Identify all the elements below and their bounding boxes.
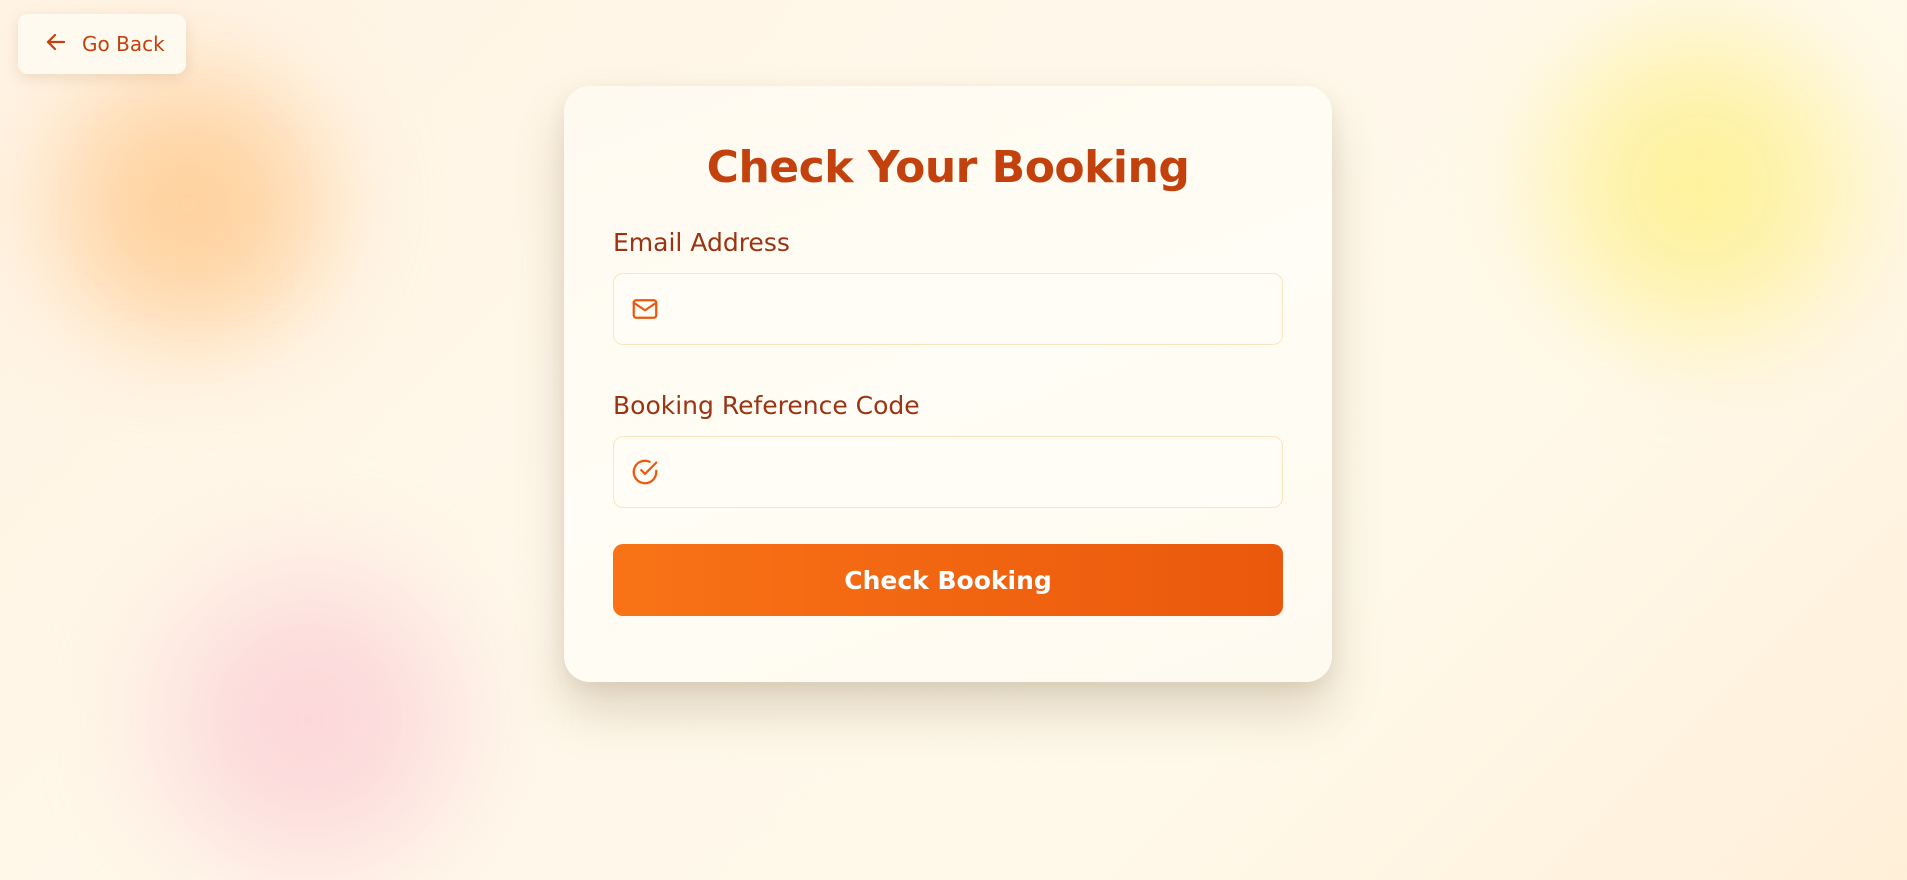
check-booking-button[interactable]: Check Booking [613,544,1283,616]
background-blob-yellow [1500,0,1900,370]
booking-check-card: Check Your Booking Email Address Booking… [564,86,1332,682]
booking-reference-label: Booking Reference Code [613,391,920,420]
email-label: Email Address [613,228,790,257]
check-circle-icon [630,457,660,487]
background-blob-orange [10,40,370,370]
email-field-wrapper [613,273,1283,345]
booking-reference-input[interactable] [614,437,1282,507]
mail-icon [630,294,660,324]
go-back-button[interactable]: Go Back [18,14,186,74]
booking-reference-field-wrapper [613,436,1283,508]
background-blob-pink [110,530,510,880]
email-input[interactable] [614,274,1282,344]
go-back-label: Go Back [82,32,165,56]
arrow-left-icon [44,30,68,59]
page-title: Check Your Booking [706,142,1190,193]
